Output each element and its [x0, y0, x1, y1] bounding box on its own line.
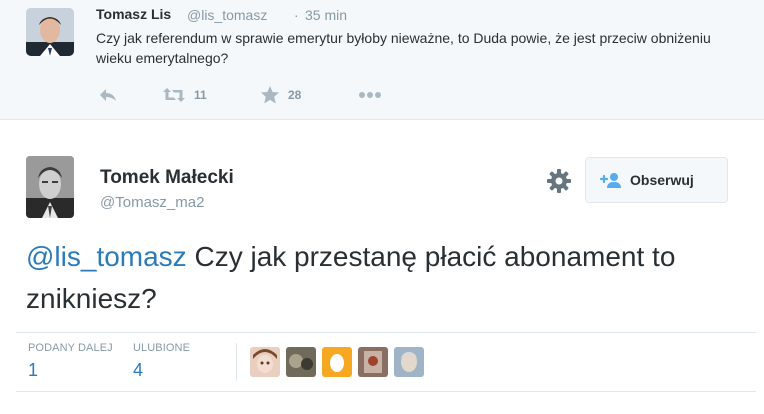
stats-divider	[236, 343, 237, 381]
retweet-count: 11	[194, 88, 207, 102]
avatar-image	[250, 347, 280, 377]
reply-icon	[100, 89, 116, 101]
mention-link[interactable]: @lis_tomasz	[26, 241, 187, 272]
author-name[interactable]: Tomasz Lis	[96, 6, 171, 22]
favorites-label: ULUBIONE	[133, 342, 191, 354]
reply-button[interactable]	[98, 85, 118, 105]
tweet-text: Czy jak referendum w sprawie emerytur by…	[96, 30, 711, 66]
avatar[interactable]	[394, 347, 424, 377]
avatar-image	[286, 347, 316, 377]
avatar[interactable]	[250, 347, 280, 377]
star-icon	[261, 86, 279, 104]
avatar-image	[394, 347, 424, 377]
avatar[interactable]	[26, 8, 74, 56]
avatar[interactable]	[26, 156, 74, 218]
author-handle[interactable]: @Tomasz_ma2	[100, 194, 204, 211]
avatar[interactable]	[286, 347, 316, 377]
retweets-stat[interactable]: PODANY DALEJ 1	[28, 342, 113, 381]
retweets-value: 1	[28, 360, 39, 380]
parent-avatar-image	[26, 8, 74, 56]
avatar-image	[358, 347, 388, 377]
favorites-stat[interactable]: ULUBIONE 4	[133, 342, 190, 381]
add-user-icon	[600, 173, 621, 188]
avatar[interactable]	[358, 347, 388, 377]
retweet-button[interactable]: 11	[162, 85, 207, 105]
author-name[interactable]: Tomek Małecki	[100, 167, 234, 189]
separator-dot: ·	[294, 7, 299, 23]
more-dots-icon	[359, 92, 381, 98]
favorite-button[interactable]: 28	[260, 85, 301, 105]
favoriter-avatars	[250, 347, 430, 379]
retweets-label: PODANY DALEJ	[28, 342, 113, 354]
tweet-stats: PODANY DALEJ 1 ULUBIONE 4	[16, 332, 756, 392]
more-button[interactable]	[358, 85, 382, 105]
follow-button[interactable]: Obserwuj	[585, 157, 728, 203]
favorites-value: 4	[133, 360, 144, 380]
retweet-icon	[163, 88, 185, 102]
egg-avatar-image	[322, 347, 352, 377]
settings-button[interactable]	[546, 168, 572, 194]
tweet-text: @lis_tomasz Czy jak przestanę płacić abo…	[26, 236, 746, 320]
follow-label: Obserwuj	[630, 172, 694, 188]
favorite-count: 28	[288, 88, 302, 102]
parent-tweet[interactable]: Tomasz Lis @lis_tomasz · 35 min Czy jak …	[0, 0, 764, 120]
avatar[interactable]	[322, 347, 352, 377]
author-handle[interactable]: @lis_tomasz	[187, 7, 267, 23]
gear-icon	[547, 169, 571, 193]
main-avatar-image	[26, 156, 74, 218]
timestamp[interactable]: 35 min	[305, 7, 347, 23]
